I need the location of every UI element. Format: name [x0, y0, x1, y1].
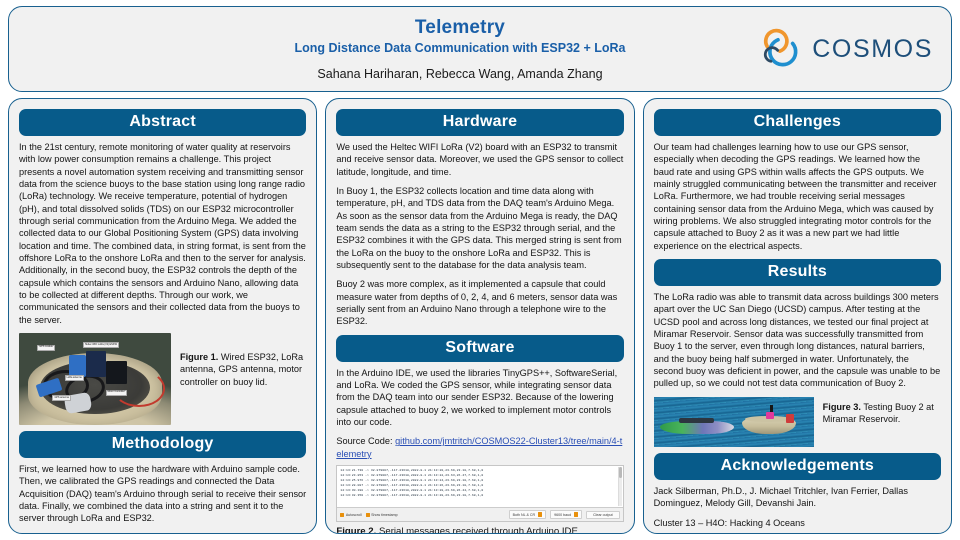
baud-rate-value: 9600 baud [554, 512, 572, 517]
hardware-paragraph-3: Buoy 2 was more complex, as it implement… [336, 279, 618, 327]
section-header-abstract: Abstract [19, 109, 307, 136]
figure-1-label: Figure 1. [180, 351, 219, 362]
photo-tag-motor-ctrl: Motor Controller [105, 389, 127, 396]
figure-1-block: GPS module Heltec WIFI LoRa (V2) ESP32 L… [19, 332, 306, 425]
methodology-body: First, we learned how to use the hardwar… [19, 463, 307, 524]
figure-3-block: Figure 3. Testing Buoy 2 at Miramar Rese… [653, 396, 941, 447]
photo-tag-heltec-esp32: Heltec WIFI LoRa (V2) ESP32 [82, 342, 119, 348]
section-header-acknowledgements: Acknowledgements [653, 452, 941, 480]
section-header-hardware: Hardware [336, 109, 624, 136]
results-body: The LoRa radio was able to transmit data… [653, 291, 941, 389]
middle-column: Hardware We used the Heltec WIFI LoRa (V… [325, 98, 635, 534]
cosmos-logo-text: COSMOS [812, 34, 933, 63]
show-timestamp-label: Show timestamp [371, 512, 398, 517]
poster-header: Telemetry Long Distance Data Communicati… [8, 6, 952, 92]
boat-equipment-shape [679, 417, 715, 423]
serial-monitor-toolbar: Autoscroll Show timestamp Both NL & CR 9… [337, 508, 623, 522]
figure-3-photo [653, 396, 814, 447]
figure-2-label: Figure 2. [336, 526, 377, 534]
motor-controller-board [105, 360, 127, 385]
cosmos-logo: COSMOS [757, 26, 933, 72]
serial-line: 14:13:32.350 -> 32.879007,-117.23618,202… [340, 493, 484, 498]
challenges-body: Our team had challenges learning how to … [653, 142, 937, 251]
figure-2-caption: Figure 2. Serial messages received throu… [336, 526, 623, 534]
right-column: Challenges Our team had challenges learn… [642, 98, 952, 534]
cluster-line: Cluster 13 – H4O: Hacking 4 Oceans [653, 518, 805, 529]
serial-scrollbar[interactable] [617, 467, 622, 507]
autoscroll-label: Autoscroll [345, 512, 362, 517]
section-header-results: Results [653, 258, 941, 286]
baud-rate-select[interactable]: 9600 baud [550, 510, 583, 520]
checkbox-icon [365, 512, 370, 517]
red-marker-shape [786, 413, 795, 423]
source-code-line: Source Code: github.com/jmtritch/COSMOS2… [336, 435, 623, 460]
cosmos-circles-logo-icon [764, 28, 798, 67]
figure-1-caption: Figure 1. Wired ESP32, LoRa antenna, GPS… [180, 333, 306, 388]
photo-tag-gps-module: GPS module [37, 344, 55, 351]
abstract-body: In the 21st century, remote monitoring o… [19, 142, 306, 325]
section-header-challenges: Challenges [653, 109, 941, 136]
checkbox-icon [340, 512, 345, 517]
serial-output-area: 14:13:21.730 -> 32.879007,-117.23618,202… [337, 466, 623, 509]
source-code-label: Source Code: [336, 436, 396, 447]
section-header-methodology: Methodology [19, 430, 307, 458]
figure-2-caption-text: Serial messages received through Arduino… [376, 526, 581, 534]
line-ending-value: Both NL & CR [512, 512, 536, 517]
left-column: Abstract In the 21st century, remote mon… [8, 98, 318, 534]
software-body: In the Arduino IDE, we used the librarie… [336, 367, 618, 427]
photo-tag-lora-antenna: LoRa antenna [64, 375, 84, 381]
figure-3-caption: Figure 3. Testing Buoy 2 at Miramar Rese… [823, 397, 941, 426]
show-timestamp-checkbox[interactable]: Show timestamp [365, 512, 398, 517]
line-ending-select[interactable]: Both NL & CR [508, 510, 547, 520]
hardware-paragraph-2: In Buoy 1, the ESP32 collects location a… [336, 185, 622, 270]
blue-connector-2 [69, 355, 86, 378]
poster-columns: Abstract In the 21st century, remote mon… [8, 98, 952, 534]
chevron-down-icon [538, 512, 543, 518]
esp32-board [85, 351, 106, 378]
acknowledgements-body: Jack Silberman, Ph.D., J. Michael Tritch… [653, 485, 908, 508]
figure-3-label: Figure 3. [822, 401, 861, 412]
photo-tag-gps-antenna: GPS antenna [52, 395, 71, 402]
section-header-software: Software [336, 334, 624, 362]
figure-2-serial-monitor: 14:13:21.730 -> 32.879007,-117.23618,202… [336, 465, 624, 523]
poster-root: Telemetry Long Distance Data Communicati… [0, 0, 960, 540]
chevron-down-icon [574, 512, 579, 518]
hardware-paragraph-1: We used the Heltec WIFI LoRa (V2) board … [336, 142, 624, 177]
clear-output-button[interactable]: Clear output [586, 510, 620, 519]
pink-marker-shape [766, 411, 774, 419]
figure-1-photo: GPS module Heltec WIFI LoRa (V2) ESP32 L… [19, 332, 171, 425]
autoscroll-checkbox[interactable]: Autoscroll [340, 512, 362, 517]
